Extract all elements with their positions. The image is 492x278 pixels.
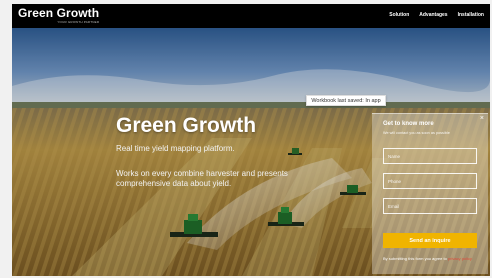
hero-subtitle: Real time yield mapping platform. <box>116 144 235 153</box>
save-status-tooltip: Workbook last saved: In app <box>306 95 386 106</box>
nav-item-installation[interactable]: Installation <box>458 12 484 19</box>
hero-section: Green Growth Real time yield mapping pla… <box>12 28 490 276</box>
brand-logo[interactable]: Green Growth YOUR GROWTH PARTNER <box>18 6 100 25</box>
send-inquiry-button[interactable]: Send an inquire <box>383 233 477 248</box>
form-title: Get to know more <box>383 121 434 127</box>
brand-tagline: YOUR GROWTH PARTNER <box>57 20 100 24</box>
nav-menu: Solution Advantages Installation <box>389 12 484 19</box>
consent-text: By submitting this form you agree to pri… <box>383 256 483 261</box>
email-field[interactable] <box>383 198 477 214</box>
nav-item-solution[interactable]: Solution <box>389 12 409 19</box>
brand-title: Green Growth <box>18 6 100 20</box>
name-field[interactable] <box>383 148 477 164</box>
privacy-policy-link[interactable]: privacy policy <box>448 256 472 261</box>
consent-label: By submitting this form you agree to <box>383 256 448 261</box>
top-navbar: Green Growth YOUR GROWTH PARTNER Solutio… <box>12 4 490 28</box>
form-subtitle: We will contact you as soon as possible <box>383 131 450 135</box>
close-icon[interactable]: × <box>480 115 484 123</box>
phone-field[interactable] <box>383 173 477 189</box>
app-frame: Green Growth YOUR GROWTH PARTNER Solutio… <box>12 4 490 276</box>
hero-title: Green Growth <box>116 114 257 137</box>
nav-item-advantages[interactable]: Advantages <box>419 12 447 19</box>
hero-description: Works on every combine harvester and pre… <box>116 169 288 188</box>
inquiry-form: × Get to know more We will contact you a… <box>372 113 488 274</box>
